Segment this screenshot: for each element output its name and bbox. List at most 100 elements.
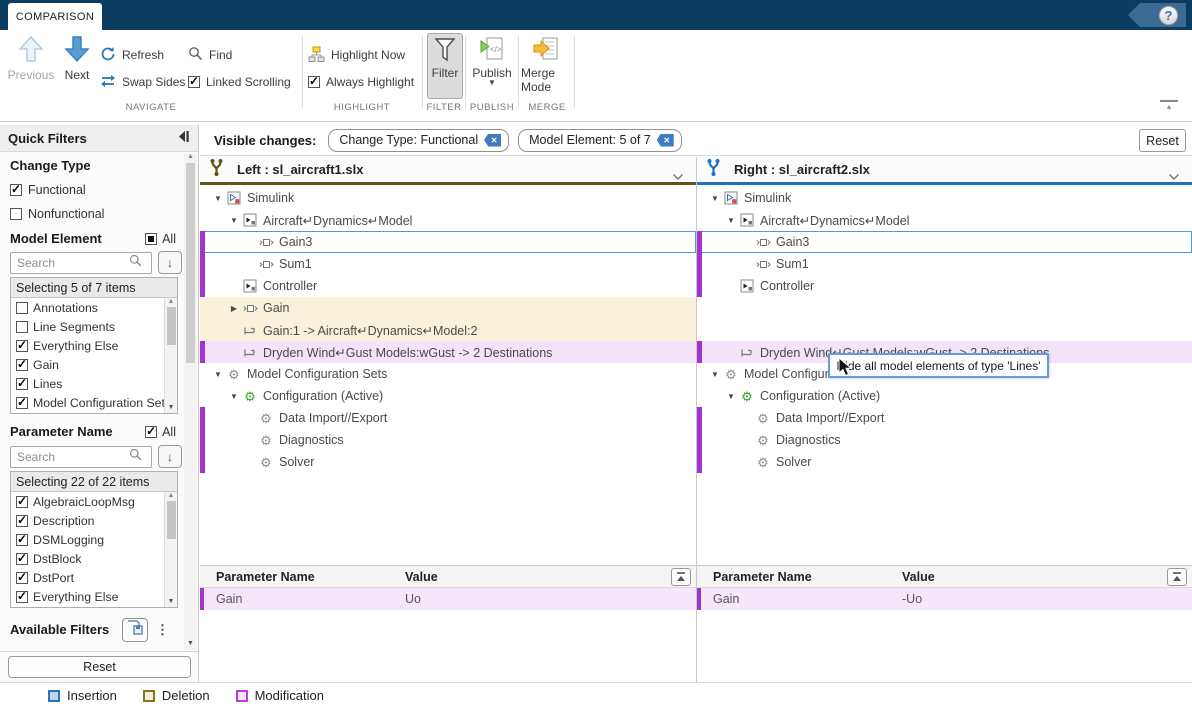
filter-toggle-button[interactable]: Filter [427, 33, 463, 99]
tree-row[interactable]: ⚙Solver [200, 451, 696, 473]
scroll-down-icon[interactable]: ▼ [187, 640, 194, 647]
modification-strip [200, 275, 205, 297]
filter-item-label: Annotations [33, 301, 98, 315]
filter-list-item[interactable]: AlgebraicLoopMsg [11, 492, 177, 511]
left-panel-header[interactable]: Left : sl_aircraft1.slx [200, 157, 696, 185]
swap-sides-button[interactable]: Swap Sides [100, 73, 185, 91]
remove-chip-icon[interactable]: ✕ [657, 134, 674, 147]
param-row[interactable]: GainUo [200, 588, 696, 610]
twisty-closed-icon[interactable]: ▶ [226, 304, 242, 313]
merge-mode-button[interactable]: Merge Mode [521, 33, 571, 99]
filter-list-item[interactable]: DstPort [11, 568, 177, 587]
tree-row[interactable]: Controller [697, 275, 1192, 297]
find-button[interactable]: Find [188, 46, 232, 64]
collapse-table-button[interactable] [671, 568, 691, 586]
tree-row[interactable]: Dryden Wind↵Gust Models:wGust -> 2 Desti… [200, 341, 696, 363]
twisty-open-icon[interactable]: ▼ [226, 392, 242, 401]
tree-row[interactable]: Gain:1 -> Aircraft↵Dynamics↵Model:2 [200, 319, 696, 341]
filter-list-item[interactable]: Line Segments [11, 317, 177, 336]
scroll-down-icon[interactable]: ▼ [168, 404, 175, 411]
twisty-open-icon[interactable]: ▼ [707, 370, 723, 379]
tree-row[interactable]: Gain3 [697, 231, 1192, 253]
model-element-search-input[interactable] [11, 256, 129, 270]
tree-row[interactable]: ⚙Solver [697, 451, 1192, 473]
filter-list-item[interactable]: Annotations [11, 298, 177, 317]
tree-row[interactable]: ⚙Diagnostics [200, 429, 696, 451]
filters-reset-button[interactable]: Reset [1139, 129, 1186, 152]
filter-list-item[interactable]: Model Configuration Set [11, 393, 177, 412]
change-type-option[interactable]: Functional [10, 181, 86, 199]
tab-comparison[interactable]: COMPARISON [8, 3, 102, 30]
twisty-open-icon[interactable]: ▼ [210, 370, 226, 379]
chevron-down-icon[interactable] [672, 168, 684, 186]
section-label-filter: FILTER [426, 102, 461, 113]
filter-list-item[interactable]: Gain [11, 355, 177, 374]
sidebar-reset-button[interactable]: Reset [8, 656, 191, 678]
save-filter-button[interactable] [122, 618, 148, 642]
tree-row[interactable]: ▼Simulink [200, 187, 696, 209]
filter-list-item[interactable]: Description [11, 511, 177, 530]
scrollbar[interactable]: ▲ ▼ [164, 492, 177, 607]
tree-row[interactable]: ▼Simulink [697, 187, 1192, 209]
apply-search-button[interactable]: ↓ [158, 251, 182, 274]
more-options-icon[interactable]: ⋮ [156, 622, 169, 638]
tree-row[interactable]: ⚙Data Import//Export [697, 407, 1192, 429]
tree-row[interactable]: Sum1 [697, 253, 1192, 275]
filter-list-item[interactable]: Everything Else [11, 336, 177, 355]
next-button[interactable]: Next [58, 34, 96, 82]
always-highlight-checkbox[interactable]: Always Highlight [308, 73, 414, 91]
filter-list-item[interactable]: Everything Else [11, 587, 177, 606]
sidebar-scrollbar[interactable]: ▲ ▼ [184, 153, 197, 650]
param-row[interactable]: Gain-Uo [697, 588, 1192, 610]
checkbox [10, 208, 22, 220]
checkbox [16, 397, 28, 409]
tree-row[interactable]: ▼⚙Configuration (Active) [200, 385, 696, 407]
tree-row[interactable]: ▶Gain [200, 297, 696, 319]
tree-row[interactable]: ▼⚙Model Configuration Sets [200, 363, 696, 385]
tree-row[interactable]: ▼Aircraft↵Dynamics↵Model [200, 209, 696, 231]
section-label-highlight: HIGHLIGHT [334, 102, 390, 113]
tree-row[interactable]: Sum1 [200, 253, 696, 275]
collapse-ribbon-button[interactable]: ▲ [1160, 100, 1178, 112]
tree-row[interactable]: Gain3 [200, 231, 696, 253]
scrollbar[interactable]: ▲ ▼ [164, 298, 177, 413]
help-button[interactable]: ? [1128, 3, 1186, 27]
remove-chip-icon[interactable]: ✕ [484, 134, 501, 147]
twisty-open-icon[interactable]: ▼ [707, 194, 723, 203]
filter-list-item[interactable]: DSMLogging [11, 530, 177, 549]
scroll-down-icon[interactable]: ▼ [168, 598, 175, 605]
twisty-open-icon[interactable]: ▼ [226, 216, 242, 225]
twisty-open-icon[interactable]: ▼ [723, 392, 739, 401]
collapse-sidebar-icon[interactable] [176, 130, 190, 146]
apply-search-button[interactable]: ↓ [158, 445, 182, 468]
twisty-open-icon[interactable]: ▼ [210, 194, 226, 203]
scrollbar-thumb[interactable] [186, 163, 195, 363]
linked-scrolling-checkbox[interactable]: Linked Scrolling [188, 73, 291, 91]
branch-icon [705, 158, 722, 182]
scrollbar-thumb[interactable] [167, 307, 176, 345]
filter-list-item[interactable]: Lines [11, 374, 177, 393]
tree-row[interactable]: ⚙Data Import//Export [200, 407, 696, 429]
divider [0, 651, 198, 652]
quick-filters-panel: Quick Filters Change Type FunctionalNonf… [0, 125, 199, 682]
twisty-open-icon[interactable]: ▼ [723, 216, 739, 225]
parameter-name-all-checkbox[interactable]: All [145, 425, 176, 439]
collapse-table-button[interactable] [1167, 568, 1187, 586]
refresh-button[interactable]: Refresh [100, 46, 164, 64]
change-type-option[interactable]: Nonfunctional [10, 205, 104, 223]
tree-row[interactable]: ▼⚙Configuration (Active) [697, 385, 1192, 407]
chevron-down-icon[interactable] [1168, 168, 1180, 186]
model-element-all-checkbox[interactable]: All [145, 232, 176, 246]
filter-list-item[interactable]: DstBlock [11, 549, 177, 568]
tree-row[interactable]: ▼Aircraft↵Dynamics↵Model [697, 209, 1192, 231]
tree-row[interactable]: ⚙Diagnostics [697, 429, 1192, 451]
previous-button[interactable]: Previous [8, 34, 54, 82]
parameter-name-search-input[interactable] [11, 450, 129, 464]
scrollbar-thumb[interactable] [167, 501, 176, 539]
highlight-now-button[interactable]: Highlight Now [308, 46, 405, 64]
filter-chip[interactable]: Model Element: 5 of 7✕ [518, 129, 682, 152]
right-panel-header[interactable]: Right : sl_aircraft2.slx [697, 157, 1192, 185]
tree-row[interactable]: Controller [200, 275, 696, 297]
publish-button[interactable]: </> Publish ▼ [468, 33, 516, 99]
filter-chip[interactable]: Change Type: Functional✕ [328, 129, 509, 152]
